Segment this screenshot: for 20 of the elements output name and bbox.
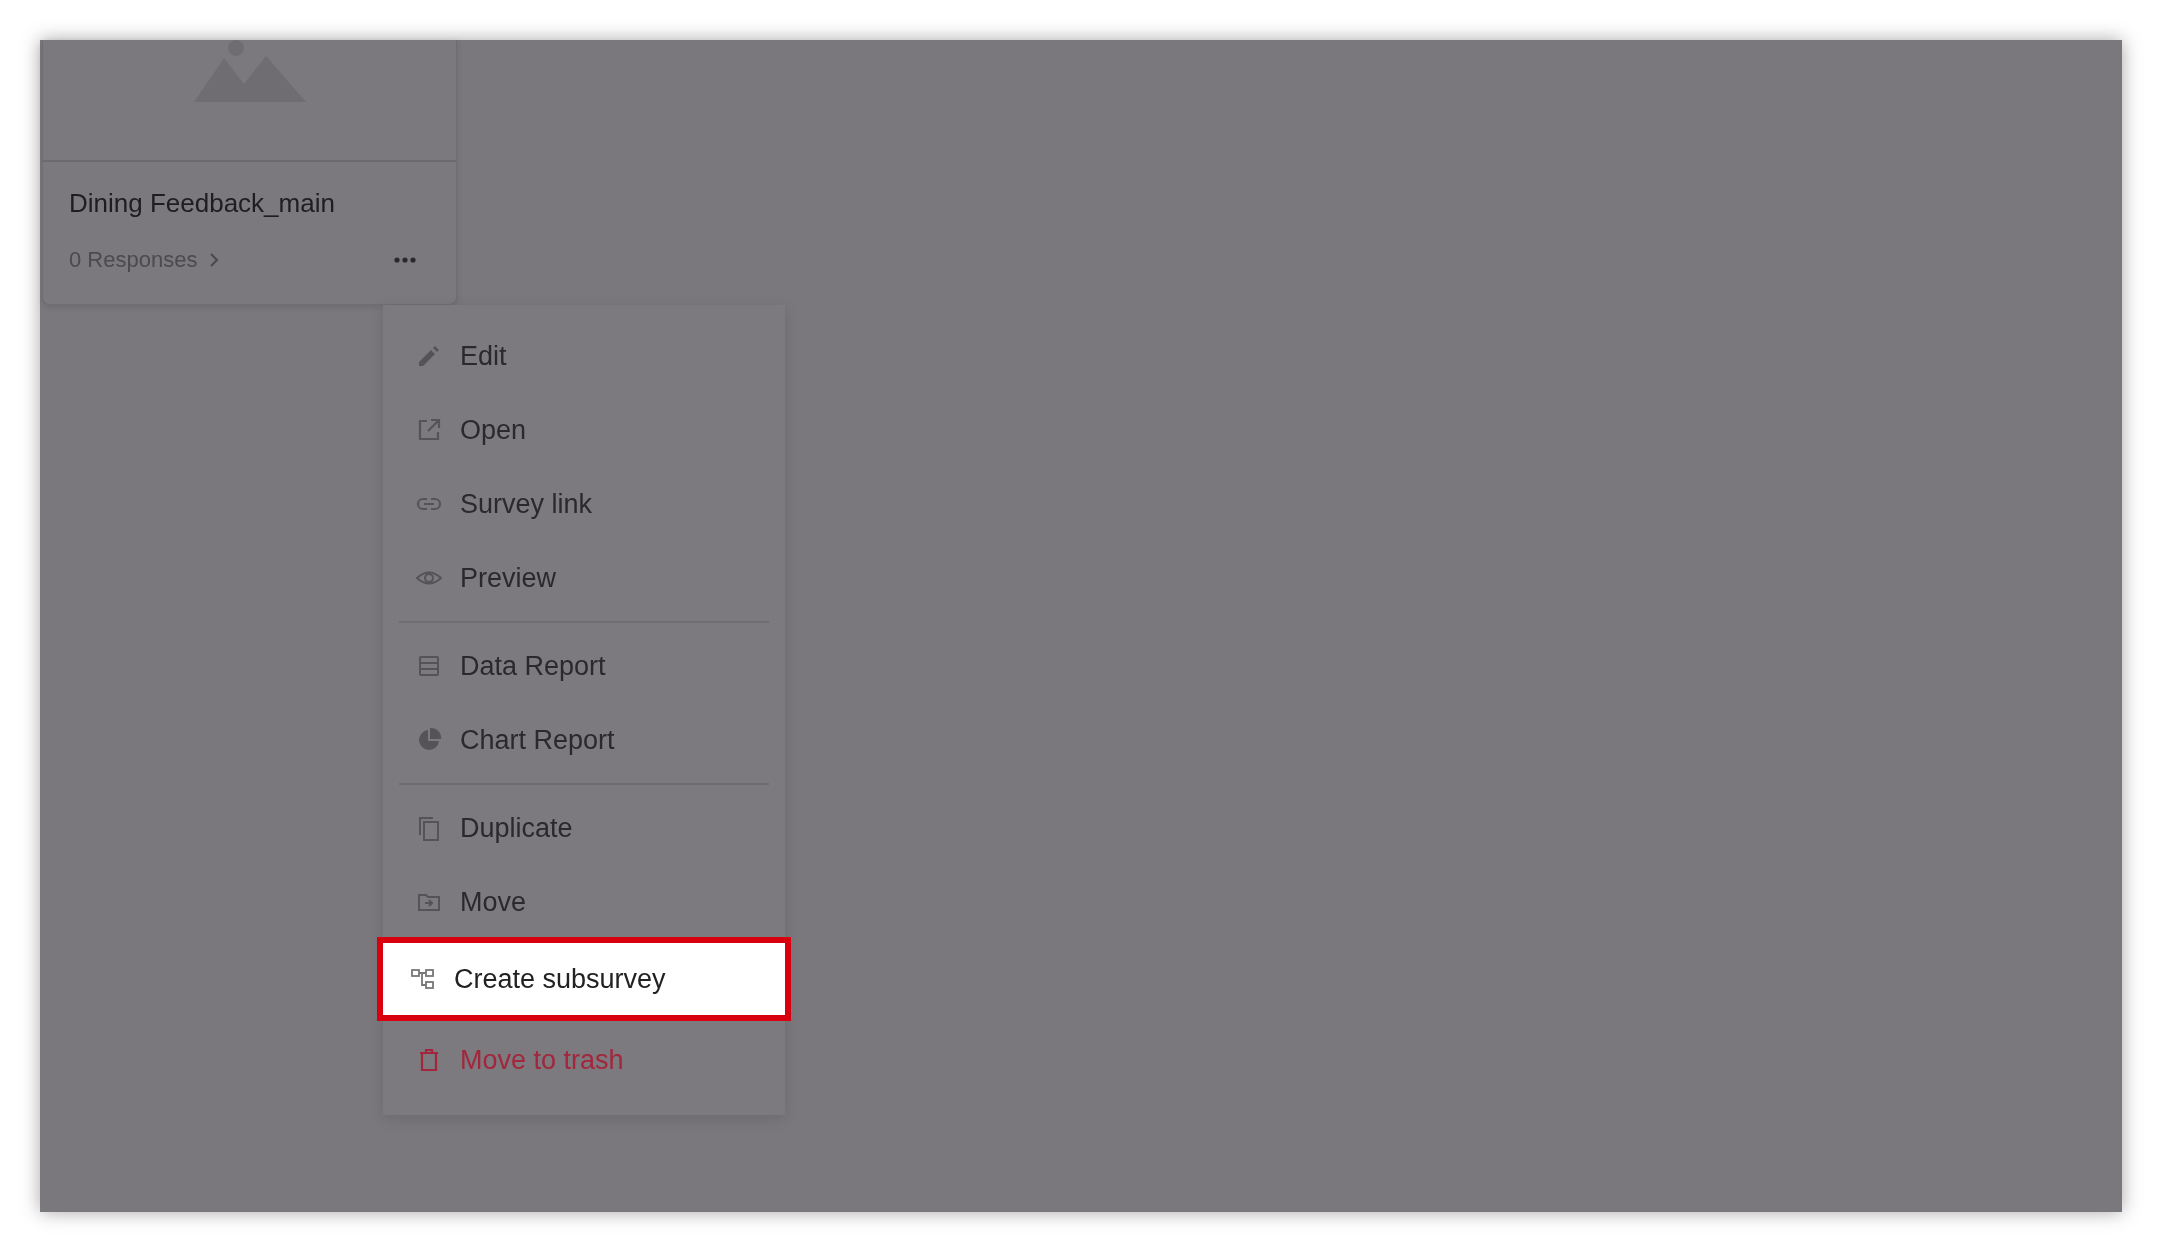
menu-item[interactable]: Move to trash xyxy=(383,1023,785,1097)
pie-chart-icon xyxy=(416,727,442,753)
menu-item[interactable]: Create subsurvey xyxy=(377,937,791,1021)
chevron-right-icon xyxy=(209,251,220,268)
menu-item[interactable]: Preview xyxy=(383,541,785,615)
menu-item[interactable]: Edit xyxy=(383,319,785,393)
image-placeholder-icon xyxy=(193,40,306,102)
survey-title: Dining Feedback_main xyxy=(69,187,335,220)
menu-item[interactable]: Chart Report xyxy=(383,703,785,777)
hierarchy-icon xyxy=(410,966,436,992)
external-link-icon xyxy=(416,417,442,443)
copy-icon xyxy=(416,815,442,841)
menu-item[interactable]: Duplicate xyxy=(383,791,785,865)
menu-item[interactable]: Survey link xyxy=(383,467,785,541)
menu-item[interactable]: Open xyxy=(383,393,785,467)
table-icon xyxy=(416,653,442,679)
more-icon xyxy=(394,257,416,264)
menu-item[interactable]: Move xyxy=(383,865,785,939)
menu-item[interactable]: Data Report xyxy=(383,629,785,703)
pencil-icon xyxy=(416,343,442,369)
